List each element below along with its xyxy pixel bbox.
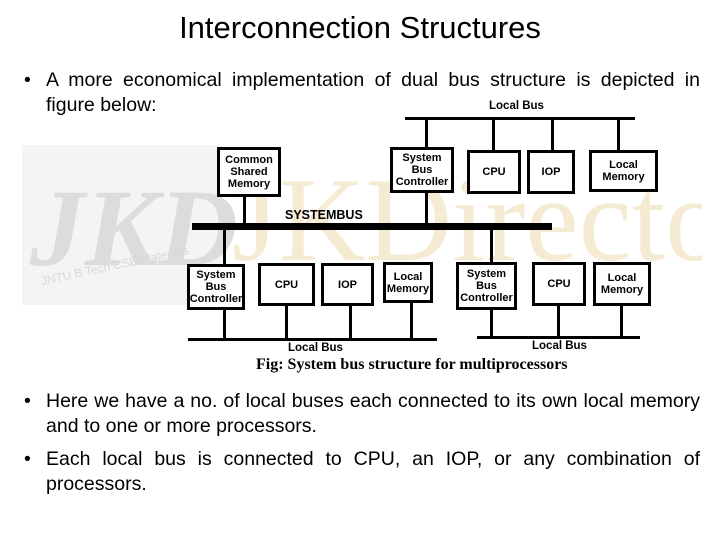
connector xyxy=(551,118,554,150)
connector xyxy=(490,229,493,264)
connector xyxy=(492,118,495,150)
connector xyxy=(557,306,560,337)
connector xyxy=(410,303,413,339)
figure-caption: Fig: System bus structure for multiproce… xyxy=(256,356,568,373)
left-local-memory: Local Memory xyxy=(383,262,433,303)
slide: Interconnection Structures • A more econ… xyxy=(0,0,720,540)
right-local-memory: Local Memory xyxy=(593,262,651,306)
right-local-bus-label: Local Bus xyxy=(532,340,587,352)
connector xyxy=(425,192,428,224)
left-cpu: CPU xyxy=(258,263,315,306)
slide-title: Interconnection Structures xyxy=(179,10,541,45)
right-system-bus-controller: System Bus Controller xyxy=(456,262,517,310)
bullet-dot: • xyxy=(24,69,31,91)
connector xyxy=(223,229,226,266)
left-iop: IOP xyxy=(321,263,374,306)
bullet-dot: • xyxy=(24,448,31,470)
top-cpu: CPU xyxy=(467,150,521,194)
left-system-bus-controller: System Bus Controller xyxy=(187,264,245,310)
top-iop: IOP xyxy=(527,150,575,194)
bullet-dot: • xyxy=(24,390,31,412)
right-cpu: CPU xyxy=(532,262,586,306)
bullet-text: A more economical implementation of dual… xyxy=(46,69,700,116)
bullet-2: • Here we have a no. of local buses each… xyxy=(24,389,700,439)
right-local-bus xyxy=(477,336,640,339)
bullet-text: Each local bus is connected to CPU, an I… xyxy=(46,448,700,495)
common-shared-memory: Common Shared Memory xyxy=(217,147,281,197)
connector xyxy=(285,306,288,339)
connector xyxy=(349,306,352,339)
system-bus-label: SYSTEMBUS xyxy=(285,208,363,222)
bullet-3: • Each local bus is connected to CPU, an… xyxy=(24,447,700,497)
system-bus xyxy=(192,223,552,230)
top-system-bus-controller: System Bus Controller xyxy=(390,147,454,193)
left-local-bus-label: Local Bus xyxy=(288,342,343,354)
bullet-text: Here we have a no. of local buses each c… xyxy=(46,390,700,437)
connector xyxy=(243,196,246,224)
left-local-bus xyxy=(188,338,437,341)
connector xyxy=(223,310,226,339)
connector xyxy=(620,306,623,337)
top-local-bus-label: Local Bus xyxy=(489,100,544,112)
bullet-1: • A more economical implementation of du… xyxy=(24,68,700,118)
connector xyxy=(490,310,493,337)
top-local-memory: Local Memory xyxy=(589,150,658,192)
connector xyxy=(425,118,428,148)
connector xyxy=(617,118,620,150)
top-local-bus xyxy=(405,117,635,120)
